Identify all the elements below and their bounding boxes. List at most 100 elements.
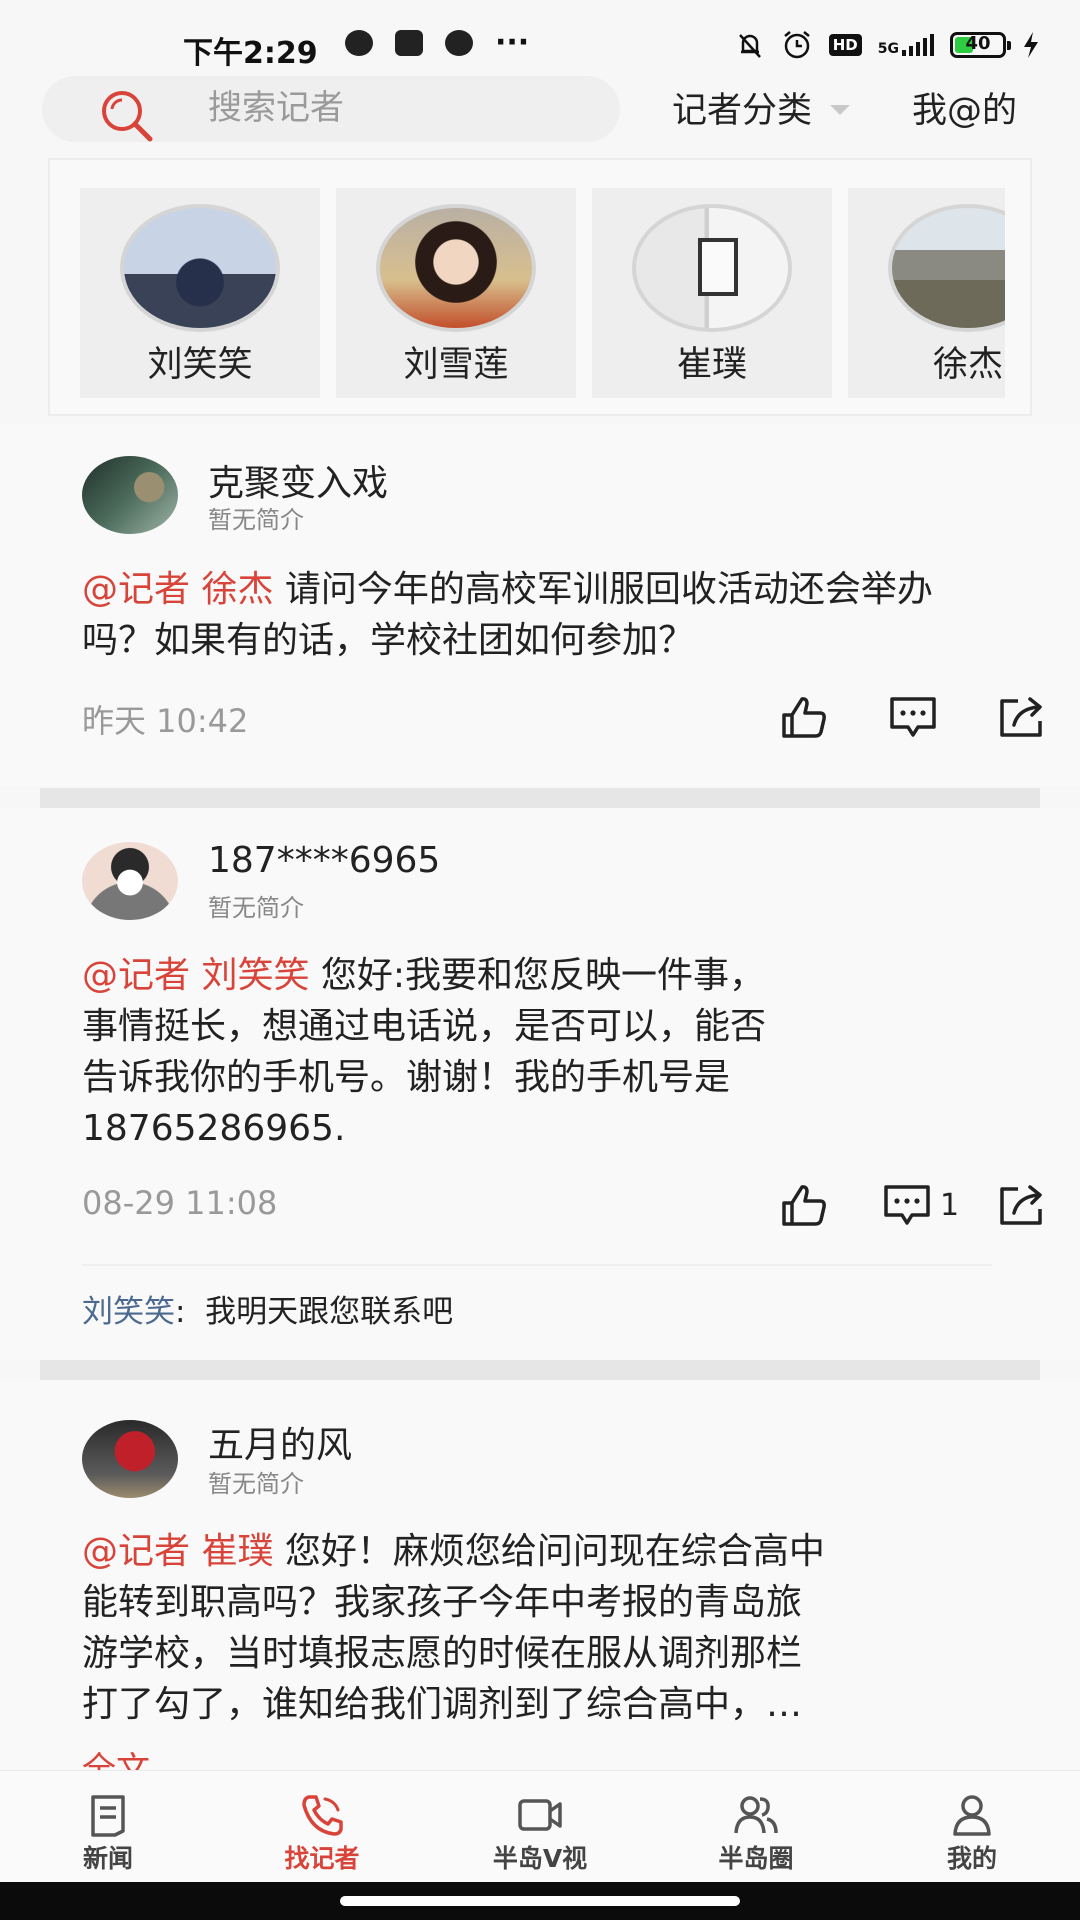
reporter-card[interactable]: 崔璞	[592, 188, 832, 398]
post-text: 游学校，当时填报志愿的时候在服从调剂那栏	[82, 1633, 803, 1674]
share-icon	[1000, 1185, 1042, 1225]
news-icon	[91, 1795, 125, 1837]
post-text: 告诉我你的手机号。谢谢！我的手机号是	[82, 1057, 731, 1098]
nav-circle[interactable]: 半岛圈	[666, 1771, 846, 1883]
like-button[interactable]	[780, 1180, 828, 1230]
signal-icon: 5G	[878, 34, 934, 56]
reply-text: 我明天跟您联系吧	[205, 1294, 454, 1330]
more-dots-icon: ···	[495, 25, 530, 60]
like-button[interactable]	[780, 692, 828, 742]
share-button[interactable]	[998, 1180, 1046, 1230]
reporter-avatar	[632, 204, 792, 332]
comment-count: 1	[940, 1187, 960, 1223]
battery-icon: 40	[950, 32, 1011, 58]
nav-label: 半岛V视	[492, 1844, 588, 1873]
comment-icon	[890, 697, 936, 737]
reporter-carousel[interactable]: 刘笑笑 刘雪莲 崔璞 徐杰	[48, 158, 1032, 416]
post-text: 打了勾了，谁知给我们调剂到了综合高中，…	[82, 1684, 803, 1725]
post-text: 能转到职高吗？我家孩子今年中考报的青岛旅	[82, 1582, 803, 1623]
wechat-icon	[345, 30, 373, 56]
mute-bell-icon	[738, 34, 761, 58]
status-time: 下午2:29	[183, 36, 318, 71]
post-bio: 暂无简介	[208, 894, 304, 922]
phone-icon	[302, 1795, 343, 1836]
battery-level: 40	[965, 33, 991, 54]
home-indicator[interactable]	[340, 1896, 740, 1906]
nav-label: 找记者	[284, 1844, 360, 1873]
post-divider	[40, 1360, 1040, 1380]
reply-separator: :	[175, 1294, 186, 1330]
post-body: @记者 崔璞 您好！麻烦您给问问现在综合高中 能转到职高吗？我家孩子今年中考报的…	[82, 1526, 1002, 1730]
camera-icon	[395, 30, 423, 56]
reporter-avatar	[120, 204, 280, 332]
reply-author[interactable]: 刘笑笑	[82, 1294, 175, 1330]
post-text: 事情挺长，想通过电话说，是否可以，能否	[82, 1006, 767, 1047]
header: 记者分类 我@的	[0, 70, 1080, 150]
my-mentions-button[interactable]: 我@的	[912, 82, 1017, 133]
search-icon[interactable]	[98, 87, 156, 143]
read-more-link[interactable]: 全文	[82, 1742, 150, 1770]
category-label: 记者分类	[672, 91, 813, 131]
reporter-name: 崔璞	[676, 345, 747, 385]
alarm-icon	[783, 31, 810, 59]
hd-icon: HD	[828, 34, 862, 56]
search-input[interactable]	[208, 88, 588, 128]
video-icon	[518, 1799, 562, 1831]
nav-video[interactable]: 半岛V视	[450, 1771, 630, 1883]
profile-icon	[953, 1795, 991, 1836]
thumbs-up-icon	[782, 697, 826, 738]
post-username[interactable]: 187****6965	[208, 840, 440, 881]
post-bio: 暂无简介	[208, 506, 304, 534]
nav-label: 我的	[946, 1844, 997, 1873]
question-post[interactable]: 克聚变入戏 暂无简介 @记者 徐杰 请问今年的高校军训服回收活动还会举办吗？如果…	[0, 424, 1080, 786]
share-icon	[1000, 697, 1042, 737]
post-text: 18765286965.	[82, 1108, 346, 1149]
nav-label: 半岛圈	[718, 1844, 794, 1873]
avatar[interactable]	[82, 842, 178, 920]
nav-label: 新闻	[82, 1844, 133, 1873]
post-actions: 1	[780, 1180, 1080, 1230]
chevron-down-icon	[830, 104, 851, 115]
comment-button[interactable]: 1	[882, 1180, 959, 1230]
post-body: @记者 徐杰 请问今年的高校军训服回收活动还会举办吗？如果有的话，学校社团如何参…	[82, 564, 1002, 666]
reporter-card[interactable]: 徐杰	[848, 188, 1005, 398]
comment-icon	[884, 1185, 930, 1225]
message-icon	[445, 30, 473, 56]
reporter-category-dropdown[interactable]: 记者分类	[672, 82, 851, 133]
post-time: 昨天 10:42	[82, 702, 249, 740]
gesture-bar	[0, 1882, 1080, 1920]
charging-icon	[1024, 32, 1038, 58]
post-text: 您好！麻烦您给问问现在综合高中	[284, 1531, 825, 1572]
question-post[interactable]: 五月的风 暂无简介 @记者 崔璞 您好！麻烦您给问问现在综合高中 能转到职高吗？…	[0, 1380, 1080, 1770]
reporter-name: 徐杰	[932, 345, 1003, 385]
reporter-name: 刘雪莲	[403, 345, 509, 385]
people-icon	[734, 1796, 778, 1834]
reporter-card[interactable]: 刘雪莲	[336, 188, 576, 398]
reporter-mention[interactable]: @记者 崔璞	[82, 1531, 273, 1572]
reporter-avatar	[376, 204, 536, 332]
reporter-reply[interactable]: 刘笑笑: 我明天跟您联系吧	[82, 1286, 453, 1331]
post-username[interactable]: 克聚变入戏	[208, 454, 388, 506]
post-body: @记者 刘笑笑 您好:我要和您反映一件事， 事情挺长，想通过电话说，是否可以，能…	[82, 950, 1002, 1154]
post-username[interactable]: 五月的风	[208, 1416, 352, 1468]
reply-divider	[82, 1264, 992, 1266]
share-button[interactable]	[998, 692, 1046, 742]
avatar[interactable]	[82, 456, 178, 534]
question-post[interactable]: 187****6965 暂无简介 @记者 刘笑笑 您好:我要和您反映一件事， 事…	[0, 808, 1080, 1360]
search-bar[interactable]	[42, 76, 620, 142]
reporter-name: 刘笑笑	[147, 345, 253, 385]
reporter-card[interactable]: 刘笑笑	[80, 188, 320, 398]
reporter-track[interactable]: 刘笑笑 刘雪莲 崔璞 徐杰	[80, 188, 1005, 398]
reporter-mention[interactable]: @记者 徐杰	[82, 569, 273, 610]
reporter-mention[interactable]: @记者 刘笑笑	[82, 955, 309, 996]
post-time: 08-29 11:08	[82, 1184, 278, 1222]
nav-news[interactable]: 新闻	[18, 1771, 198, 1883]
thumbs-up-icon	[782, 1185, 826, 1226]
avatar[interactable]	[82, 1420, 178, 1498]
nav-profile[interactable]: 我的	[882, 1771, 1062, 1883]
network-type: 5G	[877, 41, 899, 57]
reporter-avatar	[888, 204, 1005, 332]
status-system-icons: HD 5G 40	[735, 30, 1040, 60]
nav-find-reporter[interactable]: 找记者	[232, 1771, 412, 1883]
comment-button[interactable]	[888, 692, 946, 742]
